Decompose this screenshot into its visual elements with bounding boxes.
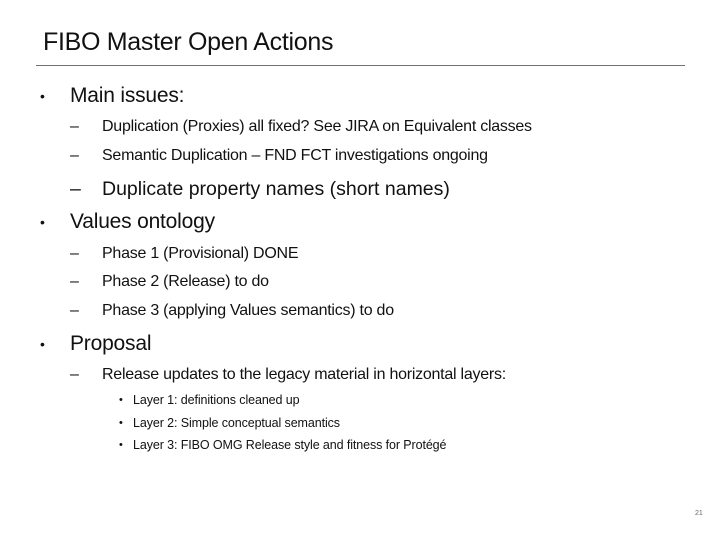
item-text: Duplicate property names (short names) — [102, 178, 450, 200]
sub-list-item: • Layer 1: definitions cleaned up — [119, 393, 300, 407]
dash-icon: – — [70, 273, 79, 290]
dash-icon: – — [70, 118, 79, 135]
item-text: Phase 1 (Provisional) DONE — [102, 245, 299, 262]
list-item: – Phase 1 (Provisional) DONE — [70, 245, 299, 263]
section-heading-main-issues: • Main issues: — [40, 84, 185, 108]
sub-list-item: • Layer 3: FIBO OMG Release style and fi… — [119, 438, 447, 452]
bullet-icon: • — [40, 88, 45, 104]
heading-text: Main issues: — [70, 84, 185, 107]
dash-icon: – — [70, 147, 79, 164]
item-text: Semantic Duplication – FND FCT investiga… — [102, 147, 488, 164]
item-text: Layer 1: definitions cleaned up — [133, 393, 300, 407]
dash-icon: – — [70, 302, 79, 319]
list-item: – Duplicate property names (short names) — [70, 178, 450, 201]
list-item: – Semantic Duplication – FND FCT investi… — [70, 147, 488, 165]
item-text: Duplication (Proxies) all fixed? See JIR… — [102, 118, 532, 135]
item-text: Release updates to the legacy material i… — [102, 366, 506, 383]
slide-title: FIBO Master Open Actions — [43, 28, 334, 56]
section-heading-values-ontology: • Values ontology — [40, 210, 215, 234]
list-item: – Phase 2 (Release) to do — [70, 273, 269, 291]
item-text: Layer 2: Simple conceptual semantics — [133, 416, 340, 430]
dash-icon: – — [70, 366, 79, 383]
heading-text: Proposal — [70, 332, 152, 355]
list-item: – Duplication (Proxies) all fixed? See J… — [70, 118, 532, 136]
heading-text: Values ontology — [70, 210, 215, 233]
list-item: – Phase 3 (applying Values semantics) to… — [70, 302, 394, 320]
dash-icon: – — [70, 178, 81, 200]
bullet-icon: • — [119, 394, 123, 406]
bullet-icon: • — [40, 214, 45, 230]
item-text: Phase 2 (Release) to do — [102, 273, 269, 290]
bullet-icon: • — [40, 336, 45, 352]
bullet-icon: • — [119, 439, 123, 451]
title-divider — [36, 65, 685, 66]
item-text: Layer 3: FIBO OMG Release style and fitn… — [133, 438, 447, 452]
section-heading-proposal: • Proposal — [40, 332, 152, 356]
bullet-icon: • — [119, 417, 123, 429]
dash-icon: – — [70, 245, 79, 262]
sub-list-item: • Layer 2: Simple conceptual semantics — [119, 416, 340, 430]
item-text: Phase 3 (applying Values semantics) to d… — [102, 302, 394, 319]
list-item: – Release updates to the legacy material… — [70, 366, 506, 384]
slide-number: 21 — [695, 510, 703, 517]
